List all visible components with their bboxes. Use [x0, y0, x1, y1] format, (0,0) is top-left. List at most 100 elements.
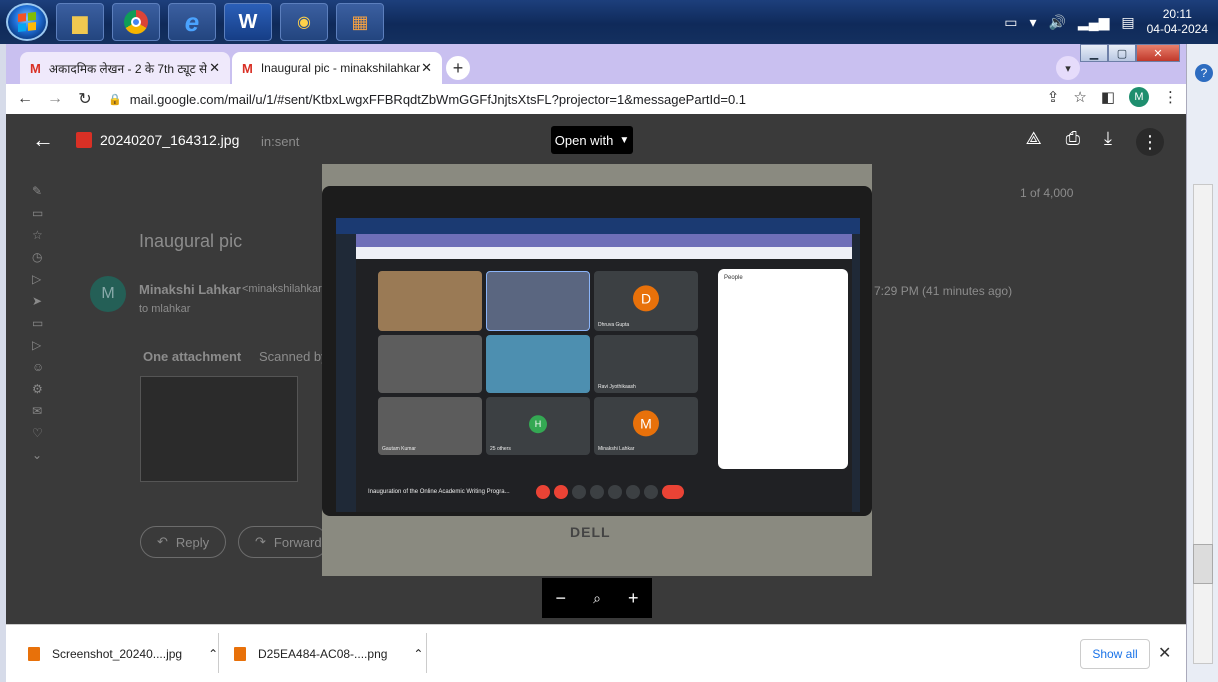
- participant-tile: [378, 335, 482, 393]
- add-to-drive-icon[interactable]: ⟁: [1026, 128, 1042, 156]
- open-with-button[interactable]: Open with ▼: [551, 126, 633, 154]
- taskbar-chrome-icon[interactable]: [112, 3, 160, 41]
- close-tab-icon[interactable]: ✕: [209, 60, 220, 76]
- participant-tile: M Minakshi Lahkar: [594, 397, 698, 455]
- participant-avatar: D: [633, 285, 659, 312]
- compose-icon[interactable]: ✎: [32, 184, 56, 198]
- network-icon[interactable]: ▤: [1121, 14, 1134, 31]
- taskbar-internet-explorer-icon[interactable]: e: [168, 3, 216, 41]
- participant-name: Gautam Kumar: [382, 446, 416, 452]
- divider: [426, 633, 427, 673]
- url-text: mail.google.com/mail/u/1/#sent/KtbxLwgxF…: [129, 91, 747, 107]
- lock-icon[interactable]: 🔒: [108, 93, 122, 106]
- profile-avatar[interactable]: M: [1129, 87, 1149, 107]
- photo-taskbar: [336, 218, 860, 234]
- mail-icon[interactable]: ✉: [32, 404, 56, 418]
- background-window-edge: ?: [1186, 44, 1218, 682]
- forward-label: Forward: [273, 534, 322, 550]
- back-icon[interactable]: ←: [14, 90, 36, 108]
- tab-label: Inaugural pic - minakshilahkar@: [260, 61, 421, 75]
- scanned-label: Scanned by: [259, 349, 328, 364]
- share-icon[interactable]: ⇪: [1047, 88, 1060, 106]
- volume-icon[interactable]: 🔊: [1048, 14, 1065, 31]
- forward-icon[interactable]: →: [44, 90, 66, 108]
- chevron-down-icon[interactable]: ⌄: [32, 448, 56, 462]
- participant-name: 25 others: [490, 446, 511, 452]
- taskbar-file-explorer-icon[interactable]: ▆: [56, 3, 104, 41]
- address-bar[interactable]: 🔒 mail.google.com/mail/u/1/#sent/KtbxLwg…: [108, 87, 1008, 111]
- sidepanel-icon[interactable]: ◧: [1101, 88, 1115, 106]
- camera-icon: [554, 485, 568, 499]
- forward-button[interactable]: ↷ Forward: [238, 526, 328, 558]
- zoom-out-icon[interactable]: −: [556, 588, 567, 609]
- browser-toolbar: ← → ↻ 🔒 mail.google.com/mail/u/1/#sent/K…: [6, 84, 1186, 114]
- zoom-in-icon[interactable]: +: [628, 588, 639, 609]
- clock-time: 20:11: [1162, 7, 1192, 21]
- close-downloads-icon[interactable]: ✕: [1158, 643, 1171, 663]
- snoozed-icon[interactable]: ◷: [32, 250, 56, 264]
- chevron-up-icon[interactable]: ⌃: [208, 647, 218, 661]
- minimize-button[interactable]: ▁: [1080, 44, 1108, 62]
- download-icon[interactable]: ⤓: [1104, 128, 1112, 156]
- sender-name: Minakshi Lahkar: [139, 282, 241, 297]
- zoom-magnifier-icon[interactable]: ⌕: [593, 590, 601, 607]
- signal-icon[interactable]: ▂▄▆: [1078, 14, 1109, 31]
- participant-tile: [486, 335, 590, 393]
- scrollbar[interactable]: [1193, 184, 1213, 664]
- start-button[interactable]: [6, 3, 48, 41]
- taskbar-chrome-colorful-icon[interactable]: ◉: [280, 3, 328, 41]
- drafts-icon[interactable]: ▭: [32, 316, 56, 330]
- more-options-icon[interactable]: ⋮: [1136, 128, 1164, 156]
- download-file-name: D25EA484-AC08-....png: [258, 647, 388, 661]
- important-icon[interactable]: ▷: [32, 272, 56, 286]
- taskbar-app-grid-icon[interactable]: ▦: [336, 3, 384, 41]
- tab-inaugural-pic[interactable]: M Inaugural pic - minakshilahkar@ ✕: [232, 52, 442, 84]
- download-item[interactable]: Screenshot_20240....jpg ⌃: [28, 625, 218, 682]
- reload-icon[interactable]: ↻: [74, 89, 96, 109]
- tray-arrow-icon[interactable]: ▾: [1029, 14, 1036, 31]
- participant-tile: Ravi Jyothikaash: [594, 335, 698, 393]
- label-icon[interactable]: ▷: [32, 338, 56, 352]
- reply-button[interactable]: ↶ Reply: [140, 526, 227, 558]
- bookmark-star-icon[interactable]: ☆: [1073, 88, 1086, 106]
- shield-icon[interactable]: ♡: [32, 426, 56, 440]
- chevron-up-icon[interactable]: ⌃: [413, 647, 423, 661]
- maximize-button[interactable]: ▢: [1108, 44, 1136, 62]
- download-file-name: Screenshot_20240....jpg: [52, 647, 183, 661]
- image-file-icon: [76, 132, 92, 148]
- meet-window: D Dhruva Gupta Ravi Jyothikaash Gautam K…: [356, 259, 852, 512]
- reply-icon: ↶: [157, 534, 168, 549]
- menu-kebab-icon[interactable]: ⋮: [1163, 88, 1178, 106]
- end-call-icon: [662, 485, 684, 499]
- email-subject: Inaugural pic: [139, 231, 243, 251]
- contacts-icon[interactable]: ☺: [32, 360, 56, 374]
- gmail-icon: M: [242, 60, 253, 76]
- tab-hindi-writing[interactable]: M अकादमिक लेखन - 2 के 7th ट्यूट से ✕: [20, 52, 230, 84]
- print-icon[interactable]: ⎙: [1066, 128, 1080, 156]
- close-window-button[interactable]: ✕: [1136, 44, 1180, 62]
- sent-icon[interactable]: ➤: [32, 294, 56, 308]
- participant-name: Ravi Jyothikaash: [598, 384, 636, 390]
- star-icon[interactable]: ☆: [32, 228, 56, 242]
- new-tab-button[interactable]: +: [446, 56, 470, 80]
- download-item[interactable]: D25EA484-AC08-....png ⌃: [234, 625, 423, 682]
- photo-urlbar: [356, 247, 852, 259]
- mic-icon: [536, 485, 550, 499]
- taskbar-word-icon[interactable]: W: [224, 3, 272, 41]
- system-clock[interactable]: 20:11 04-04-2024: [1147, 7, 1208, 37]
- participant-tile: Gautam Kumar: [378, 397, 482, 455]
- chrome-window: M अकादमिक लेखन - 2 के 7th ट्यूट से ✕ M I…: [6, 44, 1186, 682]
- participant-name: Minakshi Lahkar: [598, 446, 635, 452]
- show-all-button[interactable]: Show all: [1080, 639, 1150, 669]
- attachment-thumbnail[interactable]: [140, 376, 298, 482]
- help-icon[interactable]: ?: [1195, 64, 1213, 82]
- close-tab-icon[interactable]: ✕: [421, 60, 432, 76]
- battery-icon[interactable]: ▭: [1004, 14, 1017, 31]
- participant-avatar: H: [529, 415, 547, 434]
- settings-icon[interactable]: ⚙: [32, 382, 56, 396]
- image-file-icon: [234, 647, 246, 661]
- tab-search-button[interactable]: ▾: [1056, 56, 1080, 80]
- scrollbar-thumb[interactable]: [1193, 544, 1213, 584]
- inbox-icon[interactable]: ▭: [32, 206, 56, 220]
- close-viewer-icon[interactable]: ←: [32, 127, 54, 153]
